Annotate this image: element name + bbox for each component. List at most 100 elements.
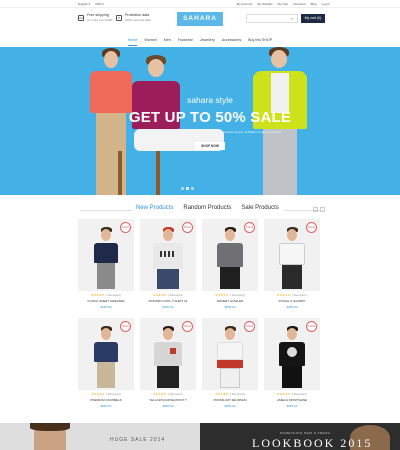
product-image[interactable]: SALE	[78, 219, 134, 291]
product-rating: ★★★★★ 1 Review(s)	[276, 392, 308, 396]
product-price: $250.00	[162, 305, 174, 309]
checkout-link[interactable]: Checkout	[293, 2, 306, 6]
product-name[interactable]: PROMILOZT ZEURSUM	[202, 398, 258, 402]
my-cart-link[interactable]: My Cart	[277, 2, 288, 6]
free-shipping-subtitle: on order over $100	[87, 18, 113, 22]
product-tabs: New Products Random Products Sale Produc…	[0, 205, 400, 215]
product-card[interactable]: SALE ★★★★★ 1 Review(s) AMELIA PRINTSHINE…	[264, 318, 320, 408]
sale-badge: SALE	[120, 222, 131, 233]
tab-sale-products[interactable]: Sale Products	[241, 205, 278, 211]
truck-icon: ▭	[78, 14, 84, 21]
star-rating-icon: ★★★★★	[214, 392, 229, 396]
product-card[interactable]: SALE ★★★★★ 1 Review(s) YELLOWCOURSE PRIN…	[140, 318, 196, 408]
product-price: $250.00	[286, 404, 298, 408]
product-image[interactable]: SALE	[140, 219, 196, 291]
nav-men[interactable]: Men	[164, 36, 171, 46]
shield-icon: ▿	[116, 14, 122, 21]
product-name[interactable]: PREMIUM CRUSBELS	[78, 398, 134, 402]
lookbook-banner[interactable]: SOMETHING NEW & FRESH LOOKBOOK 2015	[200, 423, 400, 450]
product-name[interactable]: PRINTED COOL T-SHIRT 01	[140, 299, 196, 303]
product-image[interactable]: SALE	[202, 318, 258, 390]
nav-jewellery[interactable]: Jewellery	[200, 36, 215, 46]
product-image[interactable]: SALE	[264, 318, 320, 390]
search-icon[interactable]: ⌕	[291, 16, 293, 21]
product-card[interactable]: SALE ★★★★★ 1 Review(s) PRINTED COOL T-SH…	[140, 219, 196, 309]
protection-feature: ▿ Protection data 100% secured data	[116, 13, 151, 22]
lookbook-subtitle: SOMETHING NEW & FRESH	[280, 431, 331, 435]
my-account-link[interactable]: My Account	[237, 2, 253, 6]
site-logo[interactable]: SAHARA	[177, 12, 223, 26]
cart-button[interactable]: My cart (0)	[301, 14, 325, 23]
sale-badge: SALE	[244, 222, 255, 233]
hero-style-text: sahara style	[187, 95, 233, 105]
product-rating: ★★★★★ 1 Review(s)	[214, 293, 246, 297]
hero-dot[interactable]	[191, 187, 194, 190]
product-price: $250.00	[162, 404, 174, 408]
nav-women[interactable]: Women	[144, 36, 156, 46]
protection-title: Protection data	[125, 13, 150, 17]
star-rating-icon: ★★★★★	[214, 293, 229, 297]
free-shipping-title: Free shipping	[87, 13, 109, 17]
product-price: $250.00	[224, 305, 236, 309]
tab-new-products[interactable]: New Products	[136, 205, 173, 211]
site-header: ▭ Free shipping on order over $100 ▿ Pro…	[0, 8, 400, 32]
huge-sale-title: HUGE SALE 2014	[110, 437, 166, 443]
product-price: $250.00	[100, 404, 112, 408]
product-price: $250.00	[224, 404, 236, 408]
product-name[interactable]: CHOKO SHEET SWEATER	[78, 299, 134, 303]
lookbook-title: LOOKBOOK 2015	[252, 436, 373, 450]
chevron-left-icon[interactable]: ‹	[313, 207, 318, 212]
product-card[interactable]: SALE ★★★★★ 1 Review(s) PUNCH & SAUNBY $2…	[264, 219, 320, 309]
top-utility-bar: English ▾ USD ▾ My Account My Wishlist M…	[0, 0, 400, 8]
huge-sale-banner[interactable]: HUGE SALE 2014	[0, 423, 200, 450]
product-name[interactable]: DONEET HOWLER	[202, 299, 258, 303]
sale-badge: SALE	[306, 222, 317, 233]
product-name[interactable]: AMELIA PRINTSHINE	[264, 398, 320, 402]
sale-badge: SALE	[306, 321, 317, 332]
free-shipping-feature: ▭ Free shipping on order over $100	[78, 13, 112, 22]
hero-dot[interactable]	[186, 187, 189, 190]
product-name[interactable]: YELLOWCOURSE PRINT T	[140, 398, 196, 402]
product-card[interactable]: SALE ★★★★★ 1 Review(s) CHOKO SHEET SWEAT…	[78, 219, 134, 309]
product-card[interactable]: SALE ★★★★★ 1 Review(s) DONEET HOWLER $25…	[202, 219, 258, 309]
nav-footwear[interactable]: Footwear	[178, 36, 193, 46]
nav-home[interactable]: Home	[127, 36, 138, 46]
hero-dot[interactable]	[181, 187, 184, 190]
star-rating-icon: ★★★★★	[276, 392, 291, 396]
star-rating-icon: ★★★★★	[152, 293, 167, 297]
product-rating: ★★★★★ 1 Review(s)	[276, 293, 308, 297]
product-rating: ★★★★★ 1 Review(s)	[152, 392, 184, 396]
language-select[interactable]: English ▾	[78, 2, 90, 6]
shop-now-button[interactable]: SHOP NOW	[195, 142, 225, 150]
sale-badge: SALE	[120, 321, 131, 332]
product-image[interactable]: SALE	[264, 219, 320, 291]
protection-subtitle: 100% secured data	[125, 18, 151, 22]
product-card[interactable]: SALE ★★★★★ 1 Review(s) PROMILOZT ZEURSUM…	[202, 318, 258, 408]
hero-headline: GET UP TO 50% SALE	[128, 109, 292, 126]
product-rating: ★★★★★ 1 Review(s)	[214, 392, 246, 396]
nav-accessories[interactable]: Accessories	[222, 36, 241, 46]
product-price: $250.00	[100, 305, 112, 309]
sale-badge: SALE	[182, 321, 193, 332]
product-rating: ★★★★★ 1 Review(s)	[90, 392, 122, 396]
product-image[interactable]: SALE	[140, 318, 196, 390]
product-image[interactable]: SALE	[202, 219, 258, 291]
product-name[interactable]: PUNCH & SAUNBY	[264, 299, 320, 303]
product-price: $250.00	[286, 305, 298, 309]
blog-link[interactable]: Blog	[311, 2, 317, 6]
main-nav: Home Women Men Footwear Jewellery Access…	[0, 36, 400, 46]
product-card[interactable]: SALE ★★★★★ 1 Review(s) PREMIUM CRUSBELS …	[78, 318, 134, 408]
product-rating: ★★★★★ 1 Review(s)	[152, 293, 184, 297]
currency-select[interactable]: USD ▾	[95, 2, 104, 6]
account-links: My Account My Wishlist My Cart Checkout …	[237, 2, 330, 6]
login-link[interactable]: Log In	[322, 2, 330, 6]
hero-subtext: Lorem ipsum dolor sit amet, consectetur …	[138, 130, 282, 134]
nav-buy-shop[interactable]: Buy this SHOP	[248, 36, 272, 46]
tab-random-products[interactable]: Random Products	[183, 205, 231, 211]
star-rating-icon: ★★★★★	[152, 392, 167, 396]
my-wishlist-link[interactable]: My Wishlist	[257, 2, 272, 6]
product-rating: ★★★★★ 1 Review(s)	[90, 293, 122, 297]
chevron-right-icon[interactable]: ›	[320, 207, 325, 212]
sale-badge: SALE	[182, 222, 193, 233]
product-image[interactable]: SALE	[78, 318, 134, 390]
